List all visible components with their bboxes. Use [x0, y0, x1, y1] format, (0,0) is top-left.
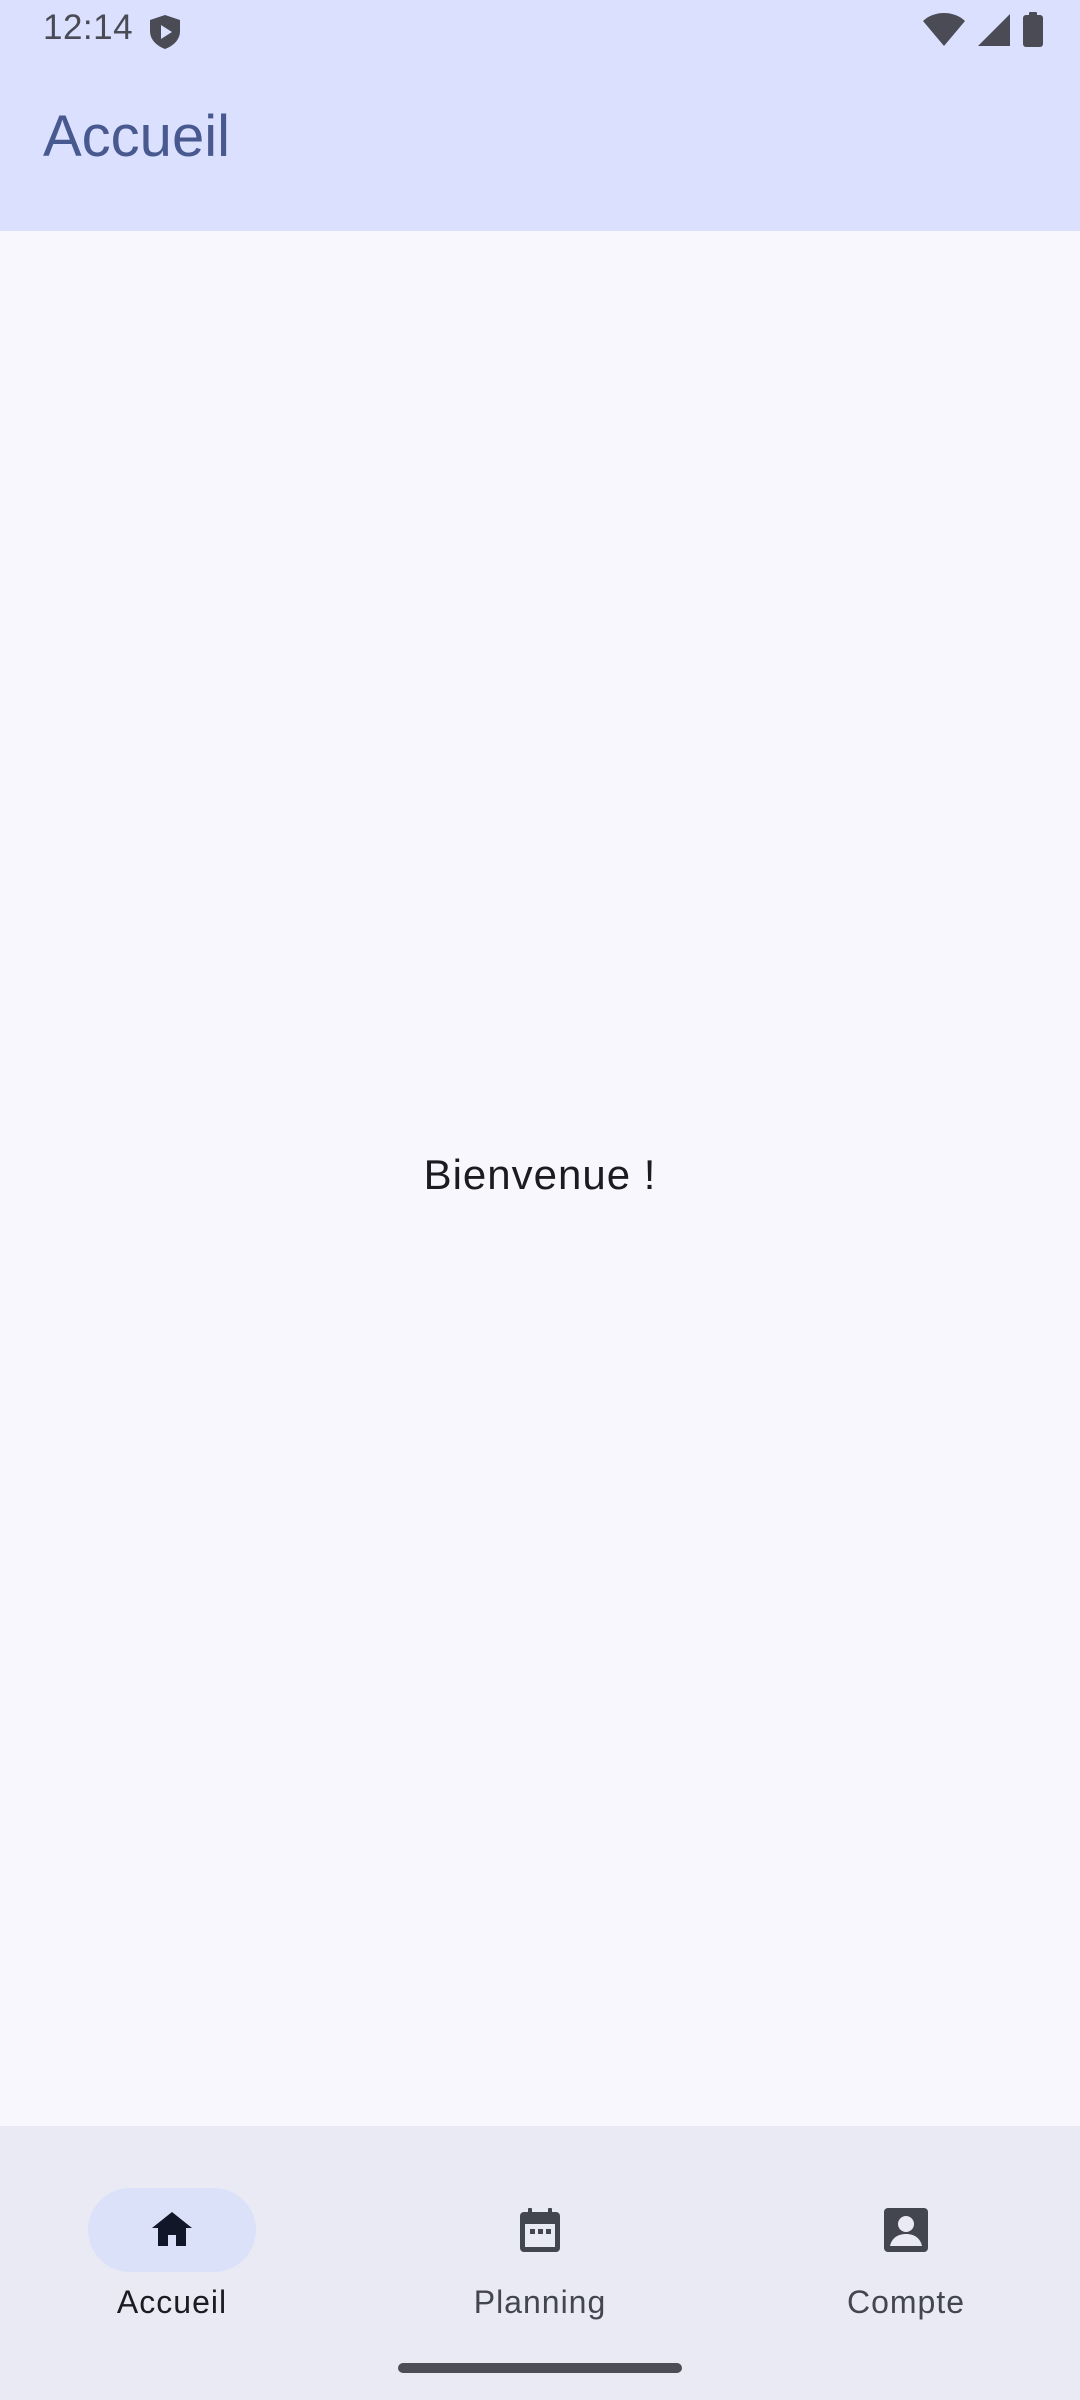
- shield-play-icon: [148, 14, 182, 50]
- status-time: 12:14: [43, 8, 134, 47]
- gesture-home-bar[interactable]: [398, 2363, 682, 2373]
- battery-icon: [1022, 11, 1044, 53]
- nav-item-planning[interactable]: Planning: [390, 2156, 690, 2320]
- bottom-navigation: Accueil Planning Compte: [0, 2126, 1080, 2400]
- top-app-area: 12:14 Accueil: [0, 0, 1080, 231]
- nav-label-compte: Compte: [846, 2284, 966, 2320]
- account-box-icon: [882, 2206, 930, 2254]
- status-bar: 12:14: [0, 0, 1080, 60]
- calendar-icon: [516, 2206, 564, 2254]
- nav-item-compte[interactable]: Compte: [756, 2156, 1056, 2320]
- nav-label-accueil: Accueil: [116, 2284, 228, 2320]
- signal-icon: [976, 12, 1012, 53]
- home-icon: [148, 2206, 196, 2254]
- welcome-text: Bienvenue !: [423, 1151, 657, 1198]
- wifi-icon: [922, 12, 966, 53]
- status-icons: [922, 11, 1044, 53]
- nav-item-accueil[interactable]: Accueil: [22, 2156, 322, 2320]
- main-content: Bienvenue !: [0, 231, 1080, 2126]
- nav-label-planning: Planning: [473, 2284, 607, 2320]
- page-title: Accueil: [43, 104, 230, 169]
